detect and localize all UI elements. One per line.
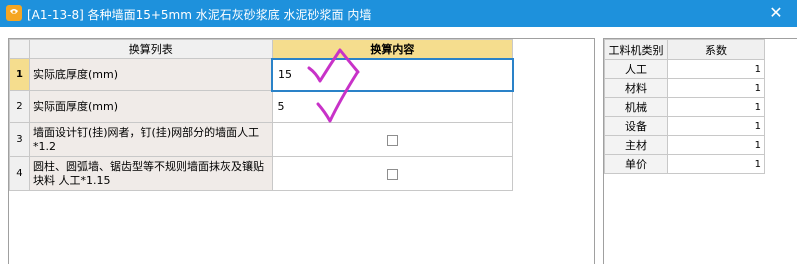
row-number: 1: [9, 58, 30, 91]
column-header-content: 换算内容: [271, 39, 514, 59]
table-row[interactable]: 4 圆柱、圆弧墙、锯齿型等不规则墙面抹灰及镶贴块料 人工*1.15: [9, 156, 594, 191]
coefficient-value[interactable]: 1: [667, 59, 765, 79]
row-name: 实际底厚度(mm): [28, 58, 273, 91]
table-row[interactable]: 设备 1: [604, 116, 765, 136]
conversion-panel: 换算列表 换算内容 1 实际底厚度(mm) 15 2 实际面厚度(mm) 5 3…: [8, 38, 595, 264]
checkbox-cell[interactable]: [271, 156, 514, 191]
coefficient-value[interactable]: 1: [667, 154, 765, 174]
table-row[interactable]: 3 墙面设计钉(挂)网者，钉(挂)网部分的墙面人工*1.2: [9, 122, 594, 157]
table-row[interactable]: 1 实际底厚度(mm) 15: [9, 57, 594, 92]
row-number: 2: [9, 90, 30, 123]
category-label: 材料: [604, 78, 668, 98]
category-label: 单价: [604, 154, 668, 174]
coefficient-value[interactable]: 1: [667, 116, 765, 136]
row-name: 墙面设计钉(挂)网者，钉(挂)网部分的墙面人工*1.2: [28, 122, 273, 157]
checkbox-cell[interactable]: [271, 122, 514, 157]
table-row[interactable]: 机械 1: [604, 97, 765, 117]
table-row[interactable]: 单价 1: [604, 154, 765, 174]
row-name: 圆柱、圆弧墙、锯齿型等不规则墙面抹灰及镶贴块料 人工*1.15: [28, 156, 273, 191]
coefficient-value[interactable]: 1: [667, 97, 765, 117]
mesh-labor-checkbox[interactable]: [386, 134, 398, 146]
coefficient-panel: 工料机类别 系数 人工 1 材料 1 机械 1 设备 1 主材 1 单价 1: [603, 38, 797, 264]
table-row[interactable]: 人工 1: [604, 59, 765, 79]
title-bar: [A1-13-8] 各种墙面15+5mm 水泥石灰砂浆底 水泥砂浆面 内墙 ✕: [0, 0, 797, 27]
table-row[interactable]: 材料 1: [604, 78, 765, 98]
surface-thickness-input[interactable]: 5: [271, 90, 514, 123]
table-row[interactable]: 主材 1: [604, 135, 765, 155]
table-row[interactable]: 2 实际面厚度(mm) 5: [9, 90, 594, 123]
category-label: 人工: [604, 59, 668, 79]
coefficient-table: 工料机类别 系数 人工 1 材料 1 机械 1 设备 1 主材 1 单价 1: [604, 39, 765, 174]
close-icon: ✕: [769, 3, 783, 22]
window-title: [A1-13-8] 各种墙面15+5mm 水泥石灰砂浆底 水泥砂浆面 内墙: [27, 8, 372, 22]
irregular-wall-checkbox[interactable]: [386, 168, 398, 180]
category-label: 设备: [604, 116, 668, 136]
close-button[interactable]: ✕: [766, 3, 786, 23]
row-number: 4: [9, 156, 30, 191]
column-header-category: 工料机类别: [604, 39, 668, 60]
corner-cell: [9, 39, 30, 59]
row-number: 3: [9, 122, 30, 157]
app-logo-icon: [6, 5, 22, 21]
coefficient-value[interactable]: 1: [667, 135, 765, 155]
coefficient-value[interactable]: 1: [667, 78, 765, 98]
dialog-body: 换算列表 换算内容 1 实际底厚度(mm) 15 2 实际面厚度(mm) 5 3…: [0, 27, 797, 264]
column-header-list: 换算列表: [28, 39, 273, 59]
category-label: 机械: [604, 97, 668, 117]
row-name: 实际面厚度(mm): [28, 90, 273, 123]
bottom-thickness-input[interactable]: 15: [271, 57, 514, 92]
conversion-table: 换算列表 换算内容 1 实际底厚度(mm) 15 2 实际面厚度(mm) 5 3…: [9, 39, 594, 191]
category-label: 主材: [604, 135, 668, 155]
column-header-coefficient: 系数: [667, 39, 765, 60]
